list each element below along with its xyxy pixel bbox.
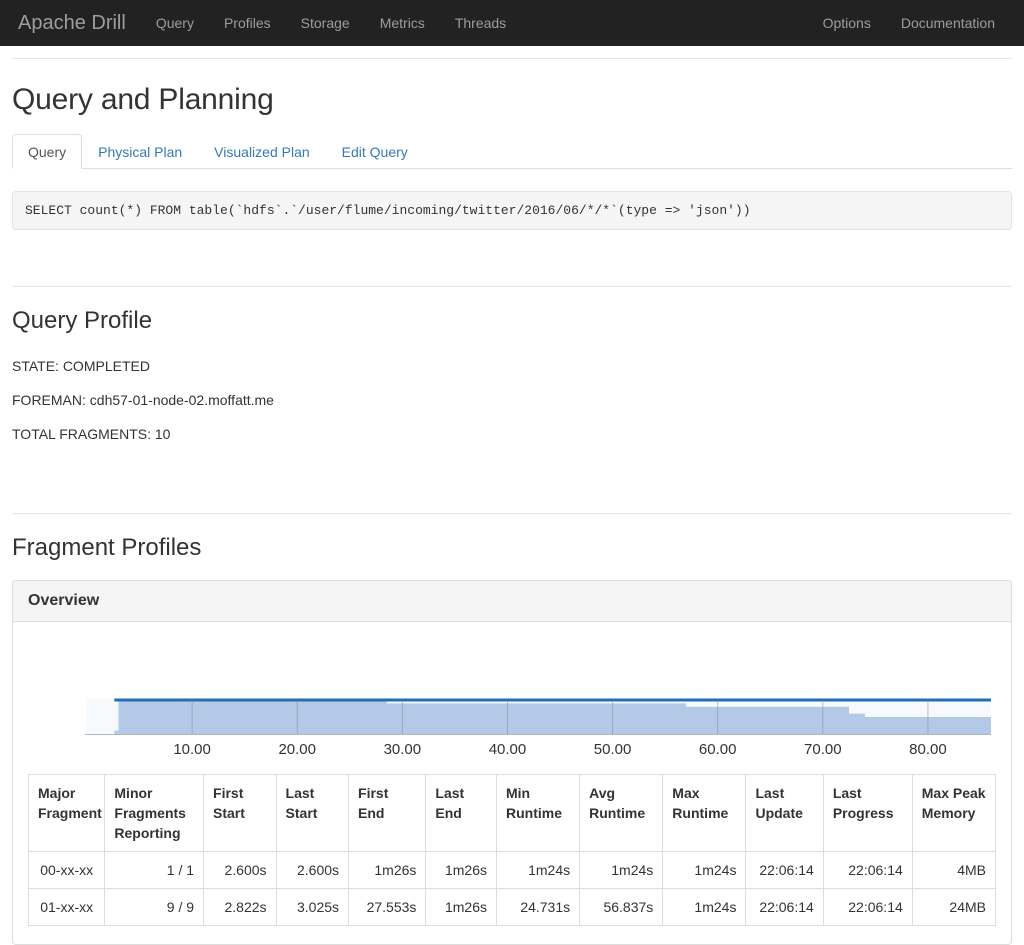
cell-last-update: 22:06:14 [746, 889, 823, 926]
th-last-update[interactable]: Last Update [746, 775, 823, 852]
cell-major-fragment: 00-xx-xx [29, 852, 105, 889]
th-max-peak-memory[interactable]: Max Peak Memory [912, 775, 995, 852]
cell-first-start: 2.600s [204, 852, 277, 889]
th-first-start[interactable]: First Start [204, 775, 277, 852]
query-and-planning-heading: Query and Planning [12, 83, 1012, 117]
tab-query[interactable]: Query [12, 134, 82, 169]
tab-visualized-plan[interactable]: Visualized Plan [198, 134, 325, 169]
th-first-end[interactable]: First End [349, 775, 426, 852]
cell-last-progress: 22:06:14 [823, 889, 912, 926]
nav-item-metrics[interactable]: Metrics [365, 0, 440, 46]
chart-tick-label: 20.00 [278, 741, 316, 758]
chart-tick-label: 50.00 [594, 741, 632, 758]
overview-panel-body: 10.00 20.00 30.00 40.00 50.00 60.00 70.00 80.00… [13, 622, 1011, 944]
nav-item-query[interactable]: Query [141, 0, 209, 46]
fragment-table-head: Major Fragment Minor Fragments Reporting… [29, 775, 996, 852]
cell-first-end: 1m26s [349, 852, 426, 889]
tab-physical-plan[interactable]: Physical Plan [82, 134, 198, 169]
query-tabs: Query Physical Plan Visualized Plan Edit… [12, 133, 1012, 169]
cell-last-end: 1m26s [426, 852, 497, 889]
th-min-runtime[interactable]: Min Runtime [496, 775, 579, 852]
fragment-overview-table: Major Fragment Minor Fragments Reporting… [28, 774, 996, 926]
cell-last-progress: 22:06:14 [823, 852, 912, 889]
cell-last-end: 1m26s [426, 889, 497, 926]
divider-top [12, 58, 1012, 59]
chart-tick-label: 60.00 [699, 741, 737, 758]
top-navbar: Apache Drill Query Profiles Storage Metr… [0, 0, 1024, 46]
fragment-timeline-svg: 10.00 20.00 30.00 40.00 50.00 60.00 70.00 80.00 [13, 622, 1009, 760]
navbar-right-links: Options Documentation [808, 0, 1016, 46]
cell-max-peak-memory: 24MB [912, 889, 995, 926]
th-minor-fragments-reporting[interactable]: Minor Fragments Reporting [105, 775, 204, 852]
cell-minor-fragments-reporting: 9 / 9 [105, 889, 204, 926]
nav-item-storage[interactable]: Storage [286, 0, 365, 46]
chart-tick-label: 10.00 [173, 741, 211, 758]
fragment-timeline-chart[interactable]: 10.00 20.00 30.00 40.00 50.00 60.00 70.00 80.00 [13, 622, 1011, 760]
fragment-table-body: 00-xx-xx1 / 12.600s2.600s1m26s1m26s1m24s… [29, 852, 996, 926]
fragment-profiles-heading: Fragment Profiles [12, 534, 1012, 562]
brand-logo[interactable]: Apache Drill [0, 0, 141, 46]
th-major-fragment[interactable]: Major Fragment [29, 775, 105, 852]
cell-last-start: 3.025s [276, 889, 349, 926]
nav-item-threads[interactable]: Threads [440, 0, 521, 46]
cell-min-runtime: 24.731s [496, 889, 579, 926]
overview-panel: Overview 10.00 20.00 30.00 40.00 50.00 60.00 7… [12, 580, 1012, 945]
cell-max-runtime: 1m24s [663, 852, 746, 889]
chart-tick-label: 30.00 [384, 741, 422, 758]
chart-tick-label: 70.00 [804, 741, 842, 758]
nav-item-documentation[interactable]: Documentation [886, 0, 1010, 46]
divider-fragment-profiles [12, 513, 1012, 514]
table-row[interactable]: 00-xx-xx1 / 12.600s2.600s1m26s1m26s1m24s… [29, 852, 996, 889]
cell-last-start: 2.600s [276, 852, 349, 889]
overview-panel-title: Overview [13, 581, 1011, 622]
table-row[interactable]: 01-xx-xx9 / 92.822s3.025s27.553s1m26s24.… [29, 889, 996, 926]
page-container: Query and Planning Query Physical Plan V… [0, 58, 1024, 945]
fragment-table-wrap: Major Fragment Minor Fragments Reporting… [13, 760, 1011, 944]
table-header-row: Major Fragment Minor Fragments Reporting… [29, 775, 996, 852]
th-avg-runtime[interactable]: Avg Runtime [580, 775, 663, 852]
cell-first-start: 2.822s [204, 889, 277, 926]
cell-first-end: 27.553s [349, 889, 426, 926]
chart-tick-label: 40.00 [489, 741, 527, 758]
chart-tick-label: 80.00 [909, 741, 947, 758]
cell-min-runtime: 1m24s [496, 852, 579, 889]
nav-item-options[interactable]: Options [808, 0, 886, 46]
th-last-end[interactable]: Last End [426, 775, 497, 852]
cell-major-fragment: 01-xx-xx [29, 889, 105, 926]
th-last-start[interactable]: Last Start [276, 775, 349, 852]
th-max-runtime[interactable]: Max Runtime [663, 775, 746, 852]
query-profile-heading: Query Profile [12, 307, 1012, 335]
tab-edit-query[interactable]: Edit Query [326, 134, 424, 169]
cell-avg-runtime: 1m24s [580, 852, 663, 889]
nav-item-profiles[interactable]: Profiles [209, 0, 286, 46]
cell-last-update: 22:06:14 [746, 852, 823, 889]
cell-max-peak-memory: 4MB [912, 852, 995, 889]
th-last-progress[interactable]: Last Progress [823, 775, 912, 852]
navbar-left-links: Query Profiles Storage Metrics Threads [141, 0, 521, 46]
query-total-fragments: TOTAL FRAGMENTS: 10 [12, 417, 1012, 451]
query-state: STATE: COMPLETED [12, 349, 1012, 383]
divider-query-profile [12, 286, 1012, 287]
cell-max-runtime: 1m24s [663, 889, 746, 926]
query-foreman: FOREMAN: cdh57-01-node-02.moffatt.me [12, 383, 1012, 417]
cell-minor-fragments-reporting: 1 / 1 [105, 852, 204, 889]
sql-query-text: SELECT count(*) FROM table(`hdfs`.`/user… [12, 191, 1012, 230]
cell-avg-runtime: 56.837s [580, 889, 663, 926]
